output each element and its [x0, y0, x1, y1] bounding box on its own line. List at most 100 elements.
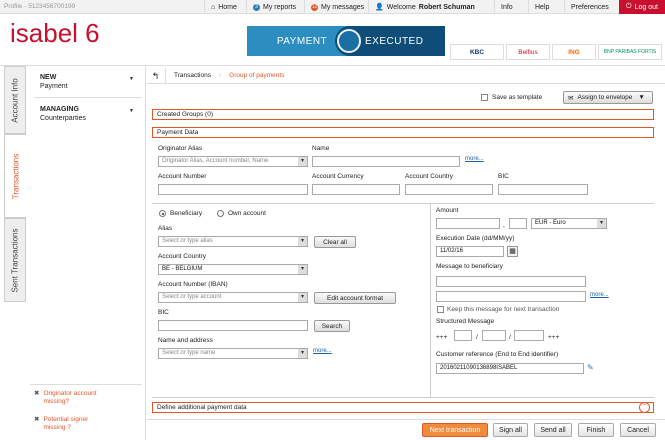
bank-kbc: KBC	[450, 44, 504, 60]
assign-envelope-label: Assign to envelope	[577, 94, 633, 101]
customer-reference-label: Customer reference (End to End identifie…	[436, 351, 559, 358]
originator-missing-label: Originator account missing?	[43, 390, 97, 405]
home-link[interactable]: ⌂ Home	[204, 0, 243, 14]
account-number-input[interactable]	[158, 184, 308, 195]
structured-part-2[interactable]	[482, 330, 506, 341]
account-country-input[interactable]	[405, 184, 493, 195]
back-arrow-icon[interactable]: ↰	[146, 67, 166, 84]
bank-bnp: BNP PARIBAS FORTIS	[598, 44, 662, 60]
originator-bic-input[interactable]	[498, 184, 588, 195]
search-button[interactable]: Search	[314, 320, 350, 332]
crumb-transactions[interactable]: Transactions	[166, 72, 219, 79]
messages-label: My messages	[321, 3, 365, 11]
edit-account-format-button[interactable]: Edit account format	[314, 292, 396, 304]
amount-decimal-input[interactable]	[509, 218, 527, 229]
expand-icon[interactable]: ⌃	[639, 402, 650, 413]
reports-badge: 3	[253, 3, 260, 11]
additional-data-label: Define additional payment data	[157, 404, 247, 411]
signer-missing-label: Potential signer missing ?	[43, 416, 89, 431]
customer-reference-input[interactable]: 20160211090136898ISABEL	[436, 363, 584, 374]
tools-icon: ✖	[34, 390, 40, 397]
beneficiary-more-link[interactable]: more...	[313, 348, 332, 354]
structured-part-1[interactable]	[454, 330, 472, 341]
save-template-label: Save as template	[492, 94, 543, 101]
chevron-down-icon: ▼	[638, 94, 645, 101]
signer-missing-link[interactable]: ✖ Potential signer missing ?	[34, 416, 144, 432]
beneficiary-bic-input[interactable]	[158, 320, 308, 331]
welcome-area: 👤 Welcome Robert Schuman	[368, 0, 481, 14]
app-logo: isabel 6	[10, 18, 100, 48]
beneficiary-country-select[interactable]: BE - BELGIUM	[158, 264, 308, 275]
keep-message-checkbox[interactable]	[437, 306, 444, 313]
tab-sent-transactions-label: Sent Transactions	[10, 227, 20, 293]
message-label: Message to beneficiary	[436, 263, 503, 270]
messages-badge: 12	[311, 3, 318, 11]
clear-all-button[interactable]: Clear all	[314, 236, 356, 248]
originator-bic-label: BIC	[498, 173, 509, 180]
footer-bar: Next transaction Sign all Send all Finis…	[146, 419, 665, 440]
menu-new-sub: Payment	[40, 83, 68, 90]
menu-divider	[34, 97, 142, 98]
originator-more-link[interactable]: more...	[465, 156, 484, 162]
structured-plus-left: +++	[436, 334, 448, 341]
tab-transactions[interactable]: Transactions	[4, 134, 26, 218]
chevron-down-icon: ▼	[129, 76, 134, 82]
next-transaction-button[interactable]: Next transaction	[422, 423, 488, 437]
iban-select[interactable]: Select or type account	[158, 292, 308, 303]
own-account-radio[interactable]	[217, 210, 224, 217]
calendar-icon[interactable]: ▦	[507, 246, 518, 257]
cancel-button[interactable]: Cancel	[620, 423, 656, 437]
logout-button[interactable]: ⏻ Log out	[619, 0, 665, 14]
beneficiary-radio[interactable]	[159, 210, 166, 217]
tab-account-info[interactable]: Account Info	[4, 66, 26, 134]
bank-belfius: Belfius	[506, 44, 550, 60]
name-address-select[interactable]: Select or type name	[158, 348, 308, 359]
payment-data-section[interactable]: Payment Data	[152, 127, 654, 138]
created-groups-section[interactable]: Created Groups (0)	[152, 109, 654, 120]
user-name: Robert Schuman	[418, 3, 475, 11]
amount-decimal-separator: ,	[503, 222, 505, 229]
own-account-radio-label: Own account	[228, 210, 266, 217]
structured-part-3[interactable]	[514, 330, 544, 341]
help-link[interactable]: Help	[528, 0, 555, 14]
tab-sent-transactions[interactable]: Sent Transactions	[4, 218, 26, 302]
account-country-label: Account Country	[405, 173, 454, 180]
account-currency-input[interactable]	[312, 184, 400, 195]
send-all-button[interactable]: Send all	[534, 423, 572, 437]
alias-select[interactable]: Select or type alias	[158, 236, 308, 247]
name-address-label: Name and address	[158, 337, 213, 344]
edit-pencil-icon[interactable]: ✎	[587, 363, 594, 372]
amount-label: Amount	[436, 207, 459, 214]
save-template-checkbox[interactable]	[481, 94, 488, 101]
preferences-link[interactable]: Preferences	[564, 0, 615, 14]
additional-data-section[interactable]: Define additional payment data	[152, 402, 654, 413]
sign-all-button[interactable]: Sign all	[493, 423, 528, 437]
reports-link[interactable]: 3 My reports	[246, 0, 302, 14]
power-icon: ⏻	[626, 3, 632, 10]
assign-envelope-button[interactable]: ✉ Assign to envelope ▼	[563, 91, 653, 104]
menu-managing-counterparties[interactable]: MANAGING Counterparties ▼	[40, 106, 144, 122]
messages-link[interactable]: 12 My messages	[304, 0, 370, 14]
mode-toggle-knob[interactable]	[337, 29, 361, 53]
beneficiary-country-label: Account Country	[158, 253, 207, 260]
execution-date-input[interactable]: 11/02/16	[436, 246, 504, 257]
structured-plus-right: +++	[548, 334, 560, 341]
bank-ing: ING	[552, 44, 596, 60]
account-currency-label: Account Currency	[312, 173, 364, 180]
originator-alias-select[interactable]: Originator Alias, Account number, Name	[158, 156, 308, 167]
help-label: Help	[535, 3, 550, 11]
message-line-1[interactable]	[436, 276, 586, 287]
message-line-2[interactable]	[436, 291, 586, 302]
amount-integer-input[interactable]	[436, 218, 500, 229]
originator-name-input[interactable]	[312, 156, 460, 167]
created-groups-label: Created Groups (0)	[157, 111, 213, 118]
menu-new-payment[interactable]: NEW Payment ▼	[40, 74, 144, 90]
finish-button[interactable]: Finish	[578, 423, 614, 437]
column-divider	[430, 203, 431, 397]
originator-missing-link[interactable]: ✖ Originator account missing?	[34, 390, 144, 406]
home-label: Home	[218, 3, 237, 11]
currency-select[interactable]: EUR - Euro	[531, 218, 607, 229]
message-more-link[interactable]: more...	[590, 292, 609, 298]
info-link[interactable]: Info	[494, 0, 519, 14]
mode-switch[interactable]: PAYMENT EXECUTED	[247, 26, 445, 56]
